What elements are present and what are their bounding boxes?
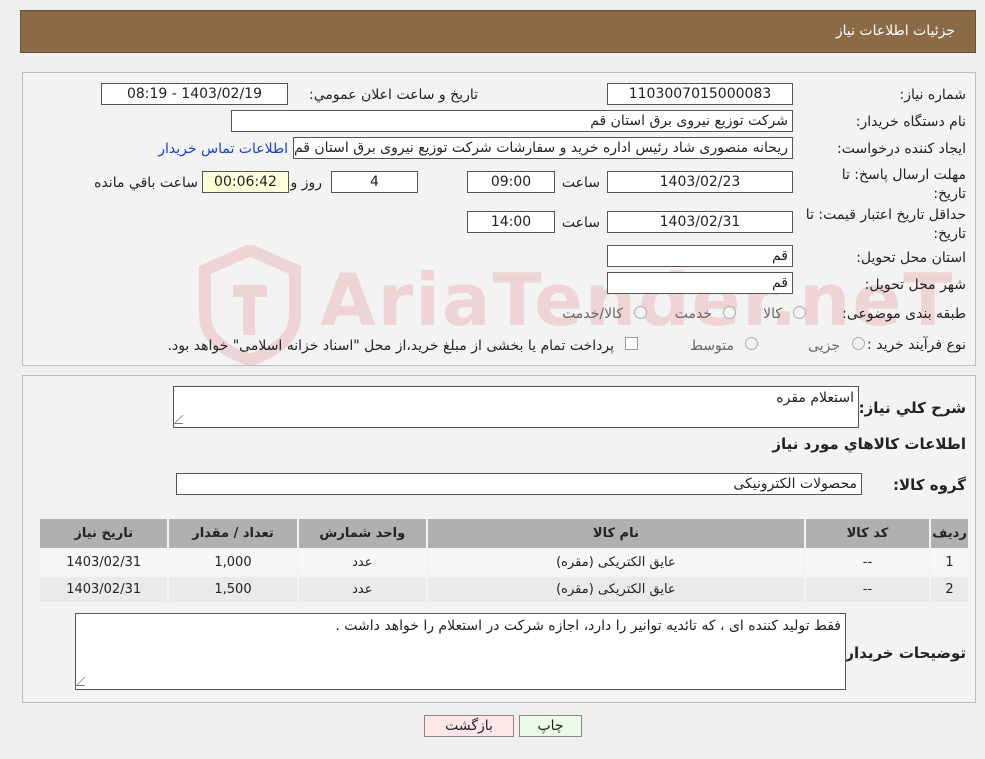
summary-text: استعلام مقره (776, 390, 854, 406)
city-label: شهر محل تحویل: (864, 277, 966, 293)
days-word: روز و (290, 175, 323, 191)
col-header-item-code: کد کالا (805, 519, 930, 548)
province-field[interactable]: قم (607, 245, 793, 267)
category-goods-service-radio[interactable] (634, 306, 647, 319)
summary-textarea[interactable]: استعلام مقره (173, 386, 859, 428)
goods-table-header-row: رديف کد کالا نام کالا واحد شمارش تعداد /… (40, 519, 968, 548)
price-validity-time-field[interactable]: 14:00 (467, 211, 555, 233)
category-goods-service-label: کالا/خدمت (562, 306, 623, 322)
col-header-unit: واحد شمارش (298, 519, 426, 548)
deadline-time-field[interactable]: 09:00 (467, 171, 555, 193)
cell-unit: عدد (298, 550, 426, 575)
cell-quantity: 1,500 (169, 577, 297, 602)
category-service-radio[interactable] (723, 306, 736, 319)
remaining-time-field[interactable]: 00:06:42 (202, 171, 289, 193)
category-goods-radio[interactable] (793, 306, 806, 319)
days-remaining-field[interactable]: 4 (331, 171, 418, 193)
col-header-need-date: تاريخ نياز (40, 519, 168, 548)
process-minor-label: جزیی (808, 338, 840, 354)
goods-table: رديف کد کالا نام کالا واحد شمارش تعداد /… (38, 517, 970, 604)
deadline-label: مهلت ارسال پاسخ: تا تاریخ: (842, 166, 966, 204)
process-medium-radio[interactable] (745, 337, 758, 350)
col-header-quantity: تعداد / مقدار (169, 519, 297, 548)
deadline-date-field[interactable]: 1403/02/23 (607, 171, 793, 193)
process-label: نوع فرآیند خرید : (867, 337, 966, 353)
announce-datetime-field[interactable]: 1403/02/19 - 08:19 (101, 83, 288, 105)
remaining-word: ساعت باقي مانده (94, 175, 198, 191)
deadline-time-word: ساعت (561, 175, 600, 191)
price-validity-date-field[interactable]: 1403/02/31 (607, 211, 793, 233)
col-header-row-number: رديف (931, 519, 968, 548)
summary-label: شرح کلي نياز: (858, 399, 966, 417)
goods-group-field[interactable]: محصولات الکترونیکی (176, 473, 862, 495)
category-label: طبقه بندی موضوعی: (842, 306, 966, 322)
buyer-notes-textarea[interactable]: فقط تولید کننده ای ، که تائدیه توانیر را… (75, 613, 846, 690)
buyer-org-label: نام دستگاه خریدار: (855, 114, 966, 130)
price-validity-label-line1: حداقل تاریخ اعتبار قیمت: تا (805, 207, 966, 223)
category-goods-label: کالا (763, 306, 782, 322)
page-title: جزئیات اطلاعات نیاز (835, 23, 955, 39)
goods-info-title: اطلاعات کالاهاي مورد نياز (772, 435, 966, 453)
table-row: 2 -- عایق الکتریکی (مقره) عدد 1,500 1403… (40, 577, 968, 602)
announce-datetime-label: تاریخ و ساعت اعلان عمومي: (309, 87, 478, 103)
creator-label: ایجاد کننده درخواست: (837, 141, 966, 157)
print-button[interactable]: چاپ (519, 715, 582, 737)
need-number-label: شماره نیاز: (899, 87, 967, 103)
cell-quantity: 1,000 (169, 550, 297, 575)
price-validity-label-line2: تاریخ: (933, 226, 966, 242)
validity-time-word: ساعت (561, 215, 600, 231)
goods-group-label: گروه کالا: (893, 476, 966, 494)
table-row: 1 -- عایق الکتریکی (مقره) عدد 1,000 1403… (40, 550, 968, 575)
buyer-org-field[interactable]: شرکت توزیع نیروی برق استان قم (231, 110, 793, 132)
price-validity-label: حداقل تاریخ اعتبار قیمت: تا تاریخ: (806, 206, 966, 244)
cell-item-code: -- (805, 550, 930, 575)
city-field[interactable]: قم (607, 272, 793, 294)
buyer-contact-link[interactable]: اطلاعات تماس خریدار (158, 141, 288, 157)
back-button[interactable]: بازگشت (424, 715, 514, 737)
cell-unit: عدد (298, 577, 426, 602)
cell-row-number: 1 (931, 550, 968, 575)
province-label: استان محل تحویل: (856, 250, 966, 266)
deadline-label-line1: مهلت ارسال پاسخ: تا (841, 167, 966, 183)
category-service-label: خدمت (674, 306, 712, 322)
deadline-label-line2: تاریخ: (933, 186, 966, 202)
col-header-item-name: نام کالا (427, 519, 804, 548)
process-minor-radio[interactable] (852, 337, 865, 350)
process-medium-label: متوسط (690, 338, 734, 354)
need-number-field[interactable]: 1103007015000083 (607, 83, 793, 105)
cell-need-date: 1403/02/31 (40, 550, 168, 575)
cell-item-name: عایق الکتریکی (مقره) (427, 577, 804, 602)
cell-item-name: عایق الکتریکی (مقره) (427, 550, 804, 575)
cell-item-code: -- (805, 577, 930, 602)
buyer-notes-label: توضیحات خریدار: (839, 644, 966, 662)
cell-need-date: 1403/02/31 (40, 577, 168, 602)
cell-row-number: 2 (931, 577, 968, 602)
creator-field[interactable]: ریحانه منصوری شاد رئیس اداره خرید و سفار… (293, 137, 793, 159)
treasury-payment-note: پرداخت تمام یا بخشی از مبلغ خرید،از محل … (167, 338, 614, 354)
treasury-payment-checkbox[interactable] (625, 337, 638, 350)
buyer-notes-text: فقط تولید کننده ای ، که تائدیه توانیر را… (335, 618, 841, 634)
page-header: جزئیات اطلاعات نیاز (20, 10, 976, 53)
